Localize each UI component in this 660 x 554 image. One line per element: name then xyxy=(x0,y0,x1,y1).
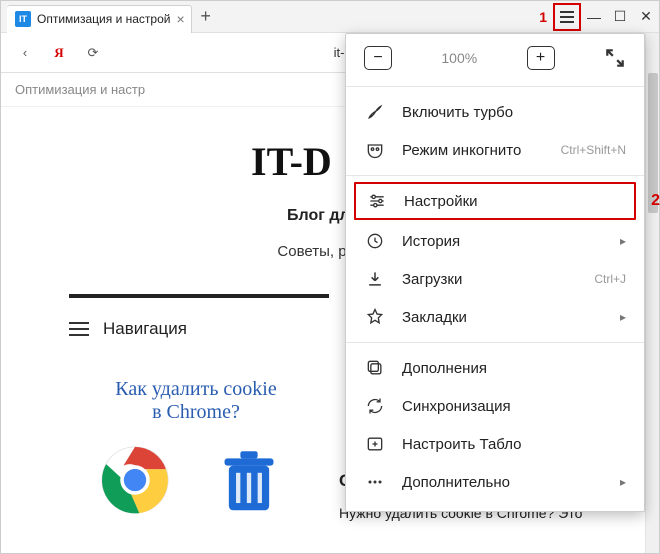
submenu-arrow-icon: ▸ xyxy=(620,310,626,324)
menu-item-turbo[interactable]: Включить турбо xyxy=(346,93,644,131)
menu-label: Закладки xyxy=(402,309,600,326)
menu-label: Настройки xyxy=(404,193,624,210)
article-link-line2: в Chrome? xyxy=(101,401,291,424)
divider xyxy=(69,294,329,298)
menu-item-bookmarks[interactable]: Закладки ▸ xyxy=(346,298,644,336)
zoom-row: − 100% + xyxy=(346,34,644,80)
menu-label: История xyxy=(402,233,600,250)
zoom-value: 100% xyxy=(441,50,477,66)
trash-icon xyxy=(213,444,285,516)
window-controls: — ☐ ✕ xyxy=(581,3,659,31)
sync-icon xyxy=(364,395,386,417)
menu-item-history[interactable]: История ▸ xyxy=(346,222,644,260)
menu-label: Загрузки xyxy=(402,271,578,288)
nav-hamburger-icon xyxy=(69,318,89,340)
menu-shortcut: Ctrl+J xyxy=(594,272,626,286)
reload-button[interactable]: ⟳ xyxy=(79,39,107,67)
tab-close-icon[interactable]: × xyxy=(176,11,184,27)
article-link-line1: Как удалить cookie xyxy=(101,378,291,401)
menu-label: Режим инкогнито xyxy=(402,142,545,159)
sliders-icon xyxy=(366,190,388,212)
menu-item-incognito[interactable]: Режим инкогнито Ctrl+Shift+N xyxy=(346,131,644,169)
copy-icon xyxy=(364,357,386,379)
menu-item-downloads[interactable]: Загрузки Ctrl+J xyxy=(346,260,644,298)
menu-label: Настроить Табло xyxy=(402,436,626,453)
mask-icon xyxy=(364,139,386,161)
menu-label: Дополнения xyxy=(402,360,626,377)
download-icon xyxy=(364,268,386,290)
menu-item-extensions[interactable]: Дополнения xyxy=(346,349,644,387)
menu-label: Включить турбо xyxy=(402,104,626,121)
menu-item-settings[interactable]: Настройки 2 xyxy=(354,182,636,220)
maximize-button[interactable]: ☐ xyxy=(607,3,633,31)
browser-menu: − 100% + Включить турбо Режим инкогнито … xyxy=(345,33,645,512)
zoom-out-button[interactable]: − xyxy=(364,46,392,70)
add-tile-icon xyxy=(364,433,386,455)
annotation-marker-1: 1 xyxy=(539,9,547,25)
browser-tab[interactable]: IT Оптимизация и настрой × xyxy=(7,5,192,33)
back-button[interactable]: ‹ xyxy=(11,39,39,67)
tab-title: Оптимизация и настрой xyxy=(37,12,170,26)
nav-label: Навигация xyxy=(103,319,187,339)
annotation-highlight-1 xyxy=(553,3,581,31)
yandex-logo-button[interactable]: Я xyxy=(45,39,73,67)
more-icon xyxy=(364,471,386,493)
chrome-icon xyxy=(99,444,171,516)
article-link[interactable]: Как удалить cookie в Chrome? xyxy=(101,378,291,424)
favicon: IT xyxy=(15,11,31,27)
fullscreen-icon[interactable] xyxy=(604,47,626,69)
menu-shortcut: Ctrl+Shift+N xyxy=(561,143,626,157)
menu-label: Дополнительно xyxy=(402,474,600,491)
zoom-in-button[interactable]: + xyxy=(527,46,555,70)
menu-item-more[interactable]: Дополнительно ▸ xyxy=(346,463,644,501)
menu-button[interactable] xyxy=(555,5,579,29)
close-window-button[interactable]: ✕ xyxy=(633,3,659,31)
minimize-button[interactable]: — xyxy=(581,3,607,31)
star-icon xyxy=(364,306,386,328)
titlebar: IT Оптимизация и настрой × + 1 — ☐ ✕ xyxy=(1,1,659,33)
new-tab-button[interactable]: + xyxy=(192,6,220,27)
scrollbar[interactable] xyxy=(645,33,659,553)
rocket-icon xyxy=(364,101,386,123)
annotation-marker-2: 2 xyxy=(651,192,660,210)
clock-icon xyxy=(364,230,386,252)
menu-item-sync[interactable]: Синхронизация xyxy=(346,387,644,425)
menu-item-tableau[interactable]: Настроить Табло xyxy=(346,425,644,463)
submenu-arrow-icon: ▸ xyxy=(620,234,626,248)
page-title-text: Оптимизация и настр xyxy=(15,82,145,97)
menu-label: Синхронизация xyxy=(402,398,626,415)
submenu-arrow-icon: ▸ xyxy=(620,475,626,489)
